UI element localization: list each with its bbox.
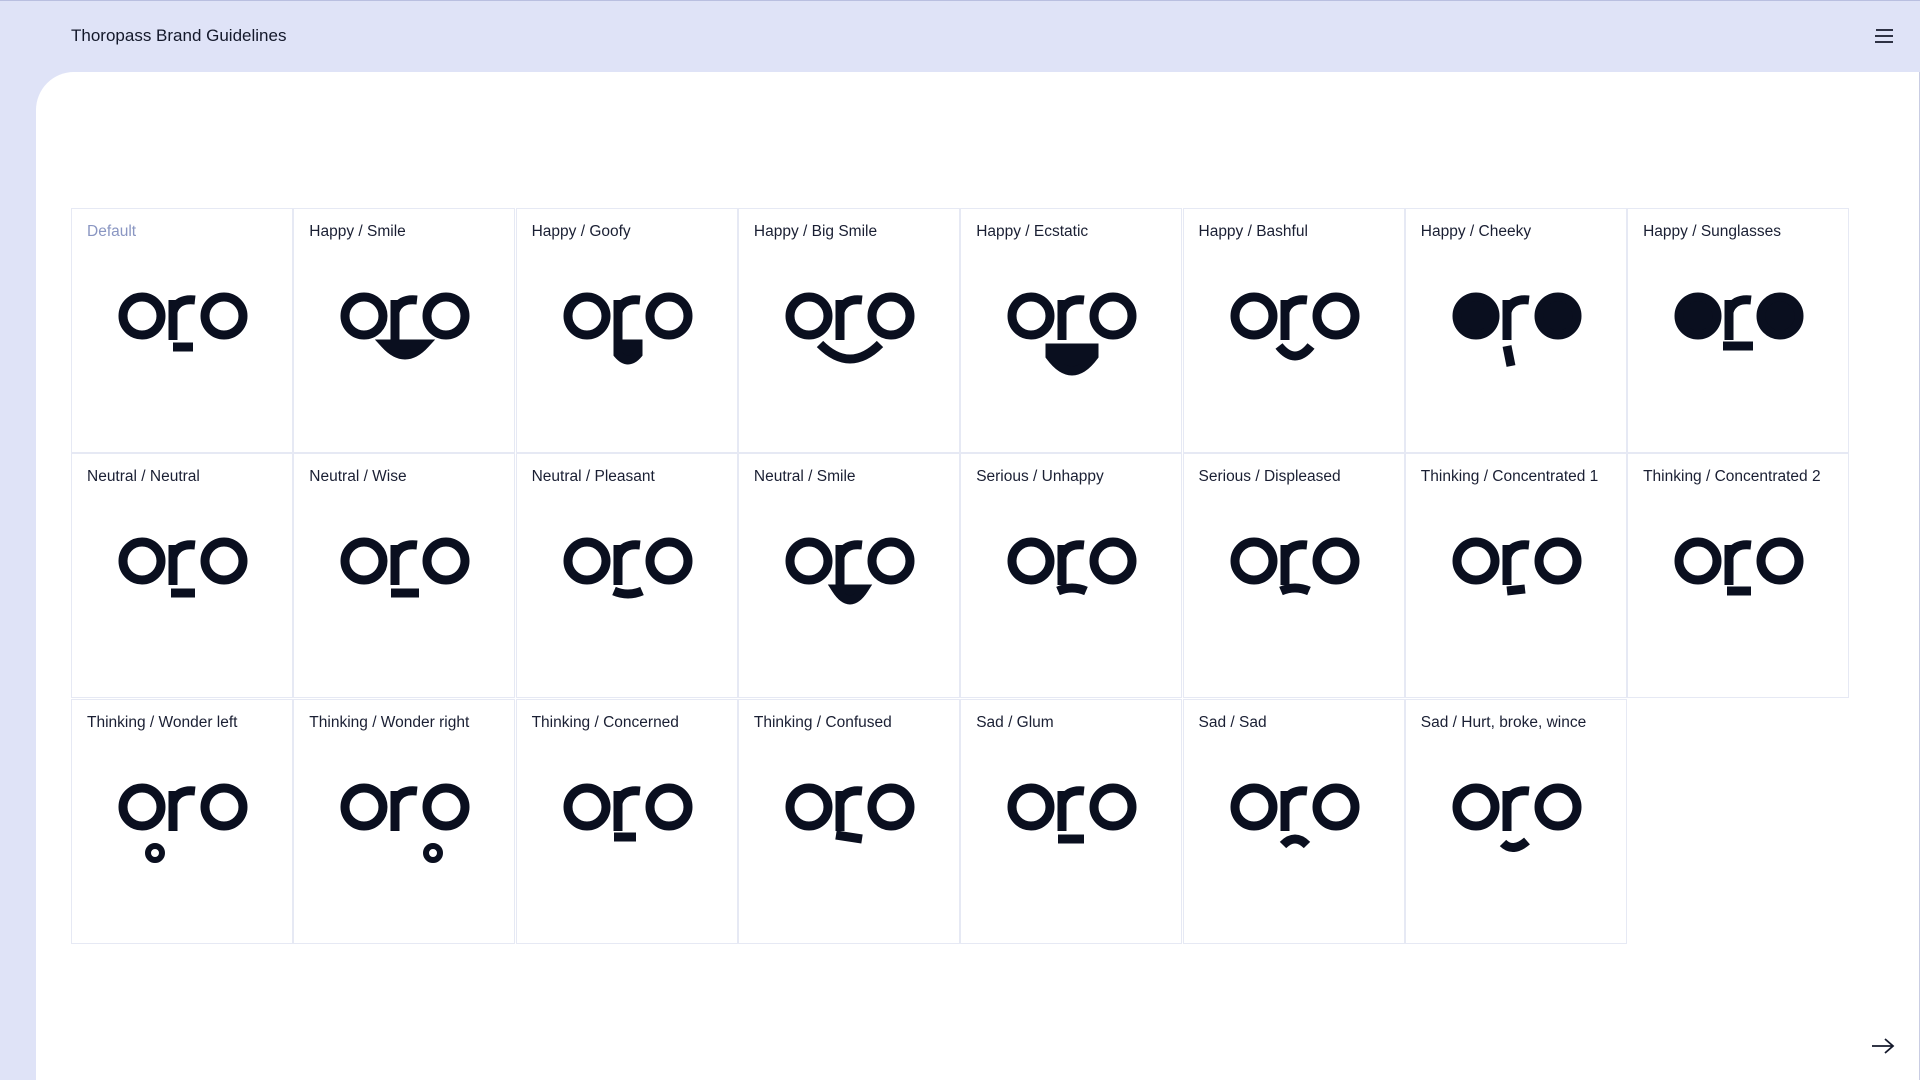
oro-face-icon bbox=[1674, 292, 1804, 351]
expression-card: Serious / Displeased bbox=[1182, 453, 1405, 699]
oro-face-icon bbox=[785, 783, 915, 844]
expression-card: Neutral / Neutral bbox=[71, 453, 293, 699]
mouth-shape bbox=[375, 339, 436, 360]
expression-label: Neutral / Neutral bbox=[87, 468, 200, 486]
expression-card: Sad / Glum bbox=[960, 698, 1183, 944]
expression-label: Sad / Sad bbox=[1198, 713, 1267, 731]
mouth-shape bbox=[145, 842, 165, 863]
oro-face-icon bbox=[118, 537, 248, 598]
oro-face-icon bbox=[340, 292, 470, 360]
expression-label: Neutral / Smile bbox=[753, 468, 856, 486]
expression-label: Thinking / Wonder left bbox=[87, 713, 238, 731]
oro-face-icon bbox=[1007, 783, 1137, 844]
expression-label: Thinking / Concentrated 2 bbox=[1643, 468, 1821, 486]
oro-face-icon bbox=[1674, 537, 1804, 596]
expression-card: Thinking / Wonder left bbox=[71, 698, 293, 944]
brand-title[interactable]: Thoropass Brand Guidelines bbox=[71, 26, 286, 46]
top-bar: Thoropass Brand Guidelines bbox=[0, 0, 1920, 72]
oro-face-icon bbox=[563, 783, 693, 842]
mouth-shape bbox=[816, 340, 884, 364]
expression-card: Neutral / Pleasant bbox=[515, 453, 738, 699]
expression-label: Happy / Sunglasses bbox=[1643, 223, 1781, 240]
oro-face-icon bbox=[118, 783, 248, 863]
mouth-shape bbox=[611, 587, 644, 599]
oro-face-icon bbox=[340, 783, 470, 863]
expression-card: Thinking / Concerned bbox=[515, 698, 738, 944]
expression-label: Happy / Ecstatic bbox=[976, 223, 1089, 240]
expression-card: Happy / Cheeky bbox=[1404, 208, 1627, 453]
expression-label: Sad / Hurt, broke, wince bbox=[1420, 713, 1587, 731]
expression-label: Sad / Glum bbox=[976, 713, 1054, 731]
expression-label: Thinking / Wonder right bbox=[309, 713, 470, 731]
expression-card: Happy / Big Smile bbox=[737, 208, 960, 453]
expression-card: Thinking / Confused bbox=[737, 698, 960, 944]
expression-label: Default bbox=[87, 223, 137, 240]
hamburger-menu-icon[interactable] bbox=[1873, 27, 1895, 45]
expression-label: Thinking / Confused bbox=[753, 713, 892, 731]
mouth-shape bbox=[835, 830, 863, 844]
expression-card: Thinking / Wonder right bbox=[293, 698, 516, 944]
oro-face-icon bbox=[1452, 537, 1582, 596]
mouth-shape bbox=[1056, 583, 1088, 596]
oro-face-icon bbox=[1452, 783, 1582, 852]
oro-face-icon bbox=[785, 537, 915, 605]
expression-label: Thinking / Concentrated 1 bbox=[1420, 468, 1599, 486]
mouth-shape bbox=[1499, 837, 1530, 852]
expression-card: Neutral / Smile bbox=[737, 453, 960, 699]
oro-face-icon bbox=[340, 537, 470, 598]
expression-card: Thinking / Concentrated 2 bbox=[1627, 453, 1850, 699]
expression-card: Happy / Bashful bbox=[1182, 208, 1405, 453]
expression-label: Happy / Cheeky bbox=[1420, 223, 1532, 240]
expression-card: Serious / Unhappy bbox=[960, 453, 1183, 699]
arrow-right-icon[interactable] bbox=[1870, 1036, 1896, 1056]
oro-face-icon bbox=[1230, 537, 1359, 596]
mouth-shape bbox=[1502, 345, 1516, 367]
expression-grid: Default Happy / Smile Happy / Goofy Happy /… bbox=[71, 208, 1851, 945]
expression-label: Happy / Bashful bbox=[1198, 223, 1308, 240]
expression-label: Happy / Goofy bbox=[531, 223, 631, 240]
oro-face-icon bbox=[1007, 537, 1137, 596]
mouth-shape bbox=[827, 584, 873, 605]
expression-label: Neutral / Pleasant bbox=[531, 468, 655, 486]
mouth-shape bbox=[1279, 834, 1310, 848]
oro-face-icon bbox=[1230, 292, 1359, 361]
mouth-shape bbox=[1506, 584, 1526, 596]
mouth-shape bbox=[1045, 343, 1099, 376]
mouth-shape bbox=[613, 339, 643, 365]
expression-card: Sad / Sad bbox=[1182, 698, 1405, 944]
expression-card: Happy / Smile bbox=[293, 208, 516, 453]
expression-card: Thinking / Concentrated 1 bbox=[1404, 453, 1627, 699]
expression-card: Happy / Sunglasses bbox=[1627, 208, 1850, 453]
expression-card: Sad / Hurt, broke, wince bbox=[1404, 698, 1627, 944]
expression-label: Serious / Unhappy bbox=[976, 468, 1104, 486]
expression-label: Thinking / Concerned bbox=[531, 713, 679, 731]
expression-label: Happy / Smile bbox=[309, 223, 406, 240]
mouth-shape bbox=[1274, 343, 1315, 361]
expression-card: Happy / Ecstatic bbox=[960, 208, 1183, 453]
oro-face-icon bbox=[1007, 292, 1137, 376]
expression-label: Happy / Big Smile bbox=[753, 223, 878, 240]
oro-face-icon bbox=[1452, 292, 1582, 367]
expression-card: Default bbox=[71, 208, 293, 453]
oro-face-icon bbox=[1230, 783, 1359, 848]
oro-face-icon bbox=[785, 292, 915, 364]
oro-face-icon bbox=[118, 292, 248, 352]
oro-face-icon bbox=[563, 292, 693, 365]
expression-card: Happy / Goofy bbox=[515, 208, 738, 453]
expression-card: Neutral / Wise bbox=[293, 453, 516, 699]
oro-face-icon bbox=[563, 537, 693, 599]
expression-label: Serious / Displeased bbox=[1198, 468, 1341, 486]
expression-label: Neutral / Wise bbox=[309, 468, 407, 486]
mouth-shape bbox=[423, 842, 444, 863]
mouth-shape bbox=[1278, 583, 1311, 596]
